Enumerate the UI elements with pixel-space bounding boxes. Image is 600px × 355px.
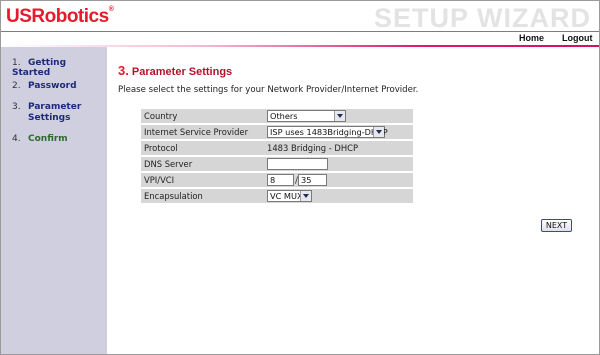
form-row-protocol: Protocol 1483 Bridging - DHCP — [141, 141, 413, 155]
isp-select[interactable]: ISP uses 1483Bridging-DHCP — [267, 126, 388, 138]
next-button[interactable]: NEXT — [541, 219, 572, 232]
dns-label: DNS Server — [141, 157, 264, 171]
chevron-down-icon — [334, 111, 345, 121]
instruction-text: Please select the settings for your Netw… — [118, 85, 419, 95]
chevron-down-icon — [373, 127, 384, 137]
page-title-number: 3. — [118, 63, 129, 78]
isp-label: Internet Service Provider — [141, 125, 264, 139]
form-row-dns: DNS Server — [141, 157, 413, 171]
encapsulation-select-value: VC MUX — [270, 191, 303, 201]
country-select[interactable]: Others — [267, 110, 346, 122]
dns-server-input[interactable] — [267, 158, 328, 170]
brand-logo: USRobotics® — [6, 6, 114, 27]
sidebar-item-getting-started[interactable]: 1. Getting Started — [12, 58, 107, 78]
step-number: 3. — [12, 102, 21, 112]
sidebar-item-label: Parameter Settings — [28, 102, 82, 123]
form-row-encapsulation: Encapsulation VC MUX — [141, 189, 413, 203]
logout-link[interactable]: Logout — [562, 33, 593, 43]
chevron-down-icon — [300, 191, 311, 201]
wizard-title: SETUP WIZARD — [373, 3, 591, 33]
parameter-form: Country Others Internet Service Provider… — [141, 107, 413, 205]
sidebar-item-label: Password — [28, 81, 77, 91]
encapsulation-select[interactable]: VC MUX — [267, 190, 312, 202]
isp-select-value: ISP uses 1483Bridging-DHCP — [270, 127, 388, 137]
form-row-isp: Internet Service Provider ISP uses 1483B… — [141, 125, 413, 139]
form-row-vpivci: VPI/VCI 8/35 — [141, 173, 413, 187]
page-title-text: Parameter Settings — [131, 66, 233, 78]
step-number: 1. — [12, 58, 21, 68]
home-link[interactable]: Home — [519, 33, 544, 43]
vpi-input[interactable]: 8 — [267, 174, 294, 186]
sidebar-item-parameter-settings[interactable]: 3. Parameter Settings — [12, 102, 98, 124]
sidebar-item-password[interactable]: 2. Password — [12, 81, 77, 91]
protocol-label: Protocol — [141, 141, 264, 155]
sidebar-item-confirm[interactable]: 4. Confirm — [12, 134, 68, 144]
protocol-value: 1483 Bridging - DHCP — [264, 141, 413, 155]
vci-input[interactable]: 35 — [298, 174, 328, 186]
header: USRobotics® SETUP WIZARD — [1, 1, 599, 33]
encapsulation-label: Encapsulation — [141, 189, 264, 203]
vpivci-label: VPI/VCI — [141, 173, 264, 187]
form-row-country: Country Others — [141, 109, 413, 123]
top-nav: Home Logout — [1, 31, 599, 45]
country-select-value: Others — [270, 111, 298, 121]
step-number: 2. — [12, 81, 21, 91]
page-title: 3. Parameter Settings — [118, 63, 232, 78]
sidebar-item-label: Confirm — [28, 134, 68, 144]
country-label: Country — [141, 109, 264, 123]
sidebar: 1. Getting Started 2. Password 3. Parameter… — [1, 47, 107, 354]
step-number: 4. — [12, 134, 21, 144]
